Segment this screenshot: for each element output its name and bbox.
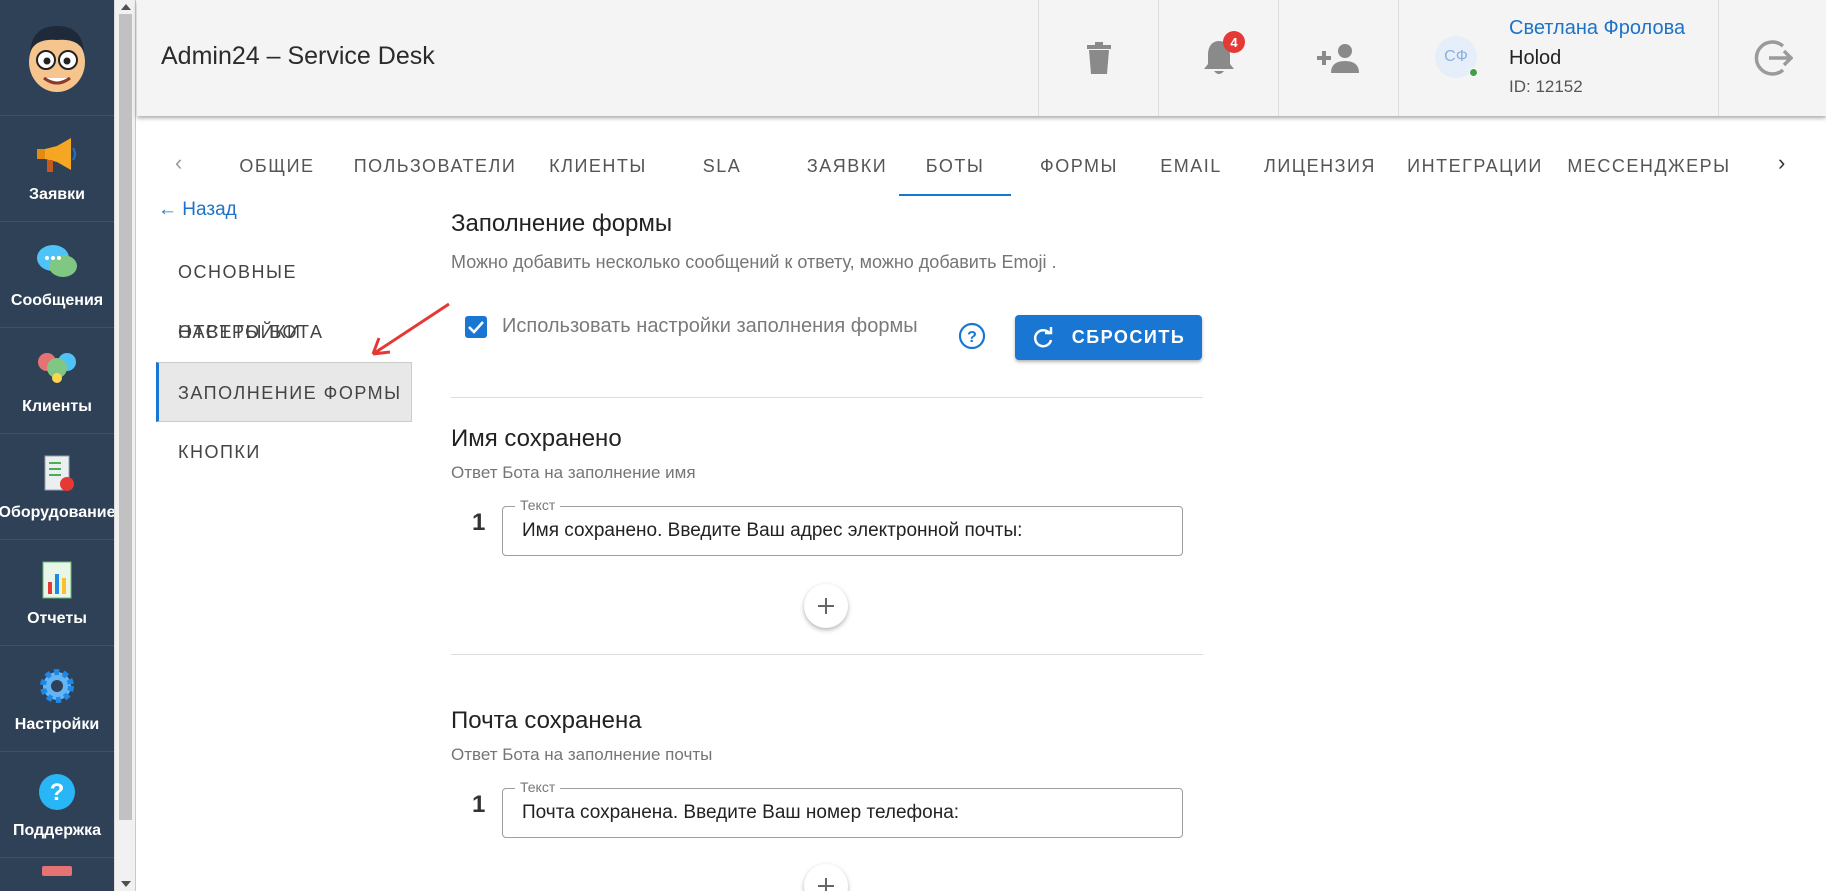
nav-label: Настройки bbox=[14, 715, 100, 733]
section-title: Имя сохранено bbox=[451, 425, 622, 452]
user-name[interactable]: Светлана Фролова bbox=[1509, 17, 1685, 40]
sidebar-scrollbar[interactable] bbox=[114, 0, 136, 891]
page-title: Заполнение формы bbox=[451, 210, 673, 237]
scroll-thumb[interactable] bbox=[119, 14, 132, 820]
section-description: Ответ Бота на заполнение имя bbox=[451, 463, 696, 482]
add-user-button[interactable] bbox=[1278, 0, 1398, 116]
user-profile[interactable]: СФ Светлана Фролова Holod ID: 12152 bbox=[1398, 0, 1718, 116]
reports-icon bbox=[35, 558, 79, 602]
help-icon: ? bbox=[35, 770, 79, 814]
divider bbox=[451, 654, 1203, 655]
checkmark-icon bbox=[468, 320, 484, 334]
chat-bubbles-icon bbox=[35, 240, 79, 284]
app-title: Admin24 – Service Desk bbox=[161, 42, 435, 70]
reply-text-field[interactable]: Текст bbox=[502, 497, 1183, 556]
nav-support[interactable]: ? Поддержка bbox=[0, 752, 114, 858]
tab-messengers[interactable]: МЕССЕНДЖЕРЫ bbox=[1561, 146, 1737, 196]
field-label: Текст bbox=[515, 497, 561, 513]
tab-license[interactable]: ЛИЦЕНЗИЯ bbox=[1255, 146, 1385, 196]
add-message-button[interactable] bbox=[804, 584, 848, 628]
tab-bots[interactable]: БОТЫ bbox=[899, 146, 1011, 196]
user-id: ID: 12152 bbox=[1509, 77, 1583, 96]
megaphone-icon bbox=[35, 134, 79, 178]
reply-text-input[interactable] bbox=[503, 789, 1182, 837]
section-description: Ответ Бота на заполнение почты bbox=[451, 745, 713, 764]
help-button[interactable]: ? bbox=[958, 322, 986, 355]
reset-label: СБРОСИТЬ bbox=[1071, 327, 1186, 347]
divider bbox=[451, 397, 1203, 398]
back-link[interactable]: ← Назад bbox=[158, 199, 237, 221]
add-user-icon bbox=[1316, 44, 1359, 73]
arrow-left-icon: ← bbox=[158, 199, 177, 220]
logout-button[interactable] bbox=[1718, 0, 1826, 116]
plus-icon bbox=[818, 878, 834, 891]
use-settings-row[interactable]: Использовать настройки заполнения формы bbox=[465, 315, 918, 338]
reply-text-input[interactable] bbox=[503, 507, 1182, 555]
tab-email[interactable]: EMAIL bbox=[1141, 146, 1241, 196]
question-circle-icon: ? bbox=[958, 322, 986, 350]
user-organization: Holod bbox=[1509, 47, 1562, 69]
mascot-logo-icon bbox=[29, 25, 85, 92]
svg-text:?: ? bbox=[50, 779, 65, 806]
message-number: 1 bbox=[472, 509, 486, 536]
nav-reports[interactable]: Отчеты bbox=[0, 540, 114, 646]
top-header: Admin24 – Service Desk 4 СФ Светлана Фро… bbox=[137, 0, 1826, 116]
subnav-form-filling[interactable]: ЗАПОЛНЕНИЕ ФОРМЫ bbox=[156, 362, 412, 422]
nav-more[interactable] bbox=[0, 858, 114, 891]
form-filling-panel: Заполнение формы Можно добавить нескольк… bbox=[451, 210, 1203, 891]
field-label: Текст bbox=[515, 779, 561, 795]
tabs-prev-arrow-icon[interactable]: ‹ bbox=[175, 150, 182, 176]
notifications-badge: 4 bbox=[1223, 31, 1245, 53]
refresh-icon bbox=[1033, 326, 1052, 347]
subnav-buttons[interactable]: КНОПКИ bbox=[156, 422, 412, 482]
clients-icon bbox=[35, 346, 79, 390]
settings-tabs: ‹ ОБЩИЕ ПОЛЬЗОВАТЕЛИ КЛИЕНТЫ SLA ЗАЯВКИ … bbox=[137, 146, 1826, 196]
nav-label: Заявки bbox=[29, 185, 85, 203]
svg-text:?: ? bbox=[967, 329, 977, 346]
equipment-icon bbox=[35, 452, 79, 496]
back-label: Назад bbox=[182, 199, 237, 220]
tab-clients[interactable]: КЛИЕНТЫ bbox=[535, 146, 661, 196]
message-number: 1 bbox=[472, 791, 486, 818]
tab-sla[interactable]: SLA bbox=[677, 146, 767, 196]
nav-messages[interactable]: Сообщения bbox=[0, 222, 114, 328]
tabs-next-arrow-icon[interactable]: › bbox=[1778, 150, 1785, 176]
nav-clients[interactable]: Клиенты bbox=[0, 328, 114, 434]
trash-icon bbox=[1086, 42, 1111, 74]
nav-settings[interactable]: Настройки bbox=[0, 646, 114, 752]
more-icon bbox=[42, 866, 72, 876]
nav-label: Поддержка bbox=[12, 821, 102, 839]
bot-subnav: ОСНОВНЫЕ НАСТРОЙКИ ОТВЕТЫ БОТА ЗАПОЛНЕНИ… bbox=[156, 242, 412, 482]
trash-button[interactable] bbox=[1038, 0, 1158, 116]
tab-general[interactable]: ОБЩИЕ bbox=[225, 146, 329, 196]
nav-label: Клиенты bbox=[22, 397, 92, 415]
nav-label: Оборудование bbox=[0, 503, 116, 521]
app-sidebar: Заявки Сообщения Клиенты Оборудование От… bbox=[0, 0, 116, 891]
online-status-icon bbox=[1469, 68, 1478, 77]
tab-users[interactable]: ПОЛЬЗОВАТЕЛИ bbox=[347, 146, 523, 196]
add-message-button[interactable] bbox=[804, 864, 848, 891]
reset-button[interactable]: СБРОСИТЬ bbox=[1015, 315, 1202, 360]
nav-label: Сообщения bbox=[10, 291, 104, 309]
page-description: Можно добавить несколько сообщений к отв… bbox=[451, 252, 1057, 272]
nav-label: Отчеты bbox=[27, 609, 87, 627]
annotation-arrow-icon bbox=[371, 302, 450, 356]
scroll-down-arrow-icon[interactable] bbox=[121, 881, 131, 887]
tab-requests[interactable]: ЗАЯВКИ bbox=[787, 146, 907, 196]
tab-forms[interactable]: ФОРМЫ bbox=[1023, 146, 1135, 196]
notifications-button[interactable]: 4 bbox=[1158, 0, 1278, 116]
tab-integrations[interactable]: ИНТЕГРАЦИИ bbox=[1399, 146, 1551, 196]
use-settings-checkbox[interactable] bbox=[465, 315, 487, 338]
nav-requests[interactable]: Заявки bbox=[0, 116, 114, 222]
nav-equipment[interactable]: Оборудование bbox=[0, 434, 116, 540]
scroll-up-arrow-icon[interactable] bbox=[121, 4, 131, 10]
use-settings-label: Использовать настройки заполнения формы bbox=[502, 315, 918, 337]
plus-icon bbox=[818, 598, 834, 614]
gear-icon bbox=[35, 664, 79, 708]
reply-text-field[interactable]: Текст bbox=[502, 779, 1183, 838]
subnav-main-settings[interactable]: ОСНОВНЫЕ НАСТРОЙКИ bbox=[156, 242, 412, 342]
section-title: Почта сохранена bbox=[451, 707, 642, 734]
logo[interactable] bbox=[0, 0, 114, 116]
logout-icon bbox=[1754, 40, 1793, 76]
